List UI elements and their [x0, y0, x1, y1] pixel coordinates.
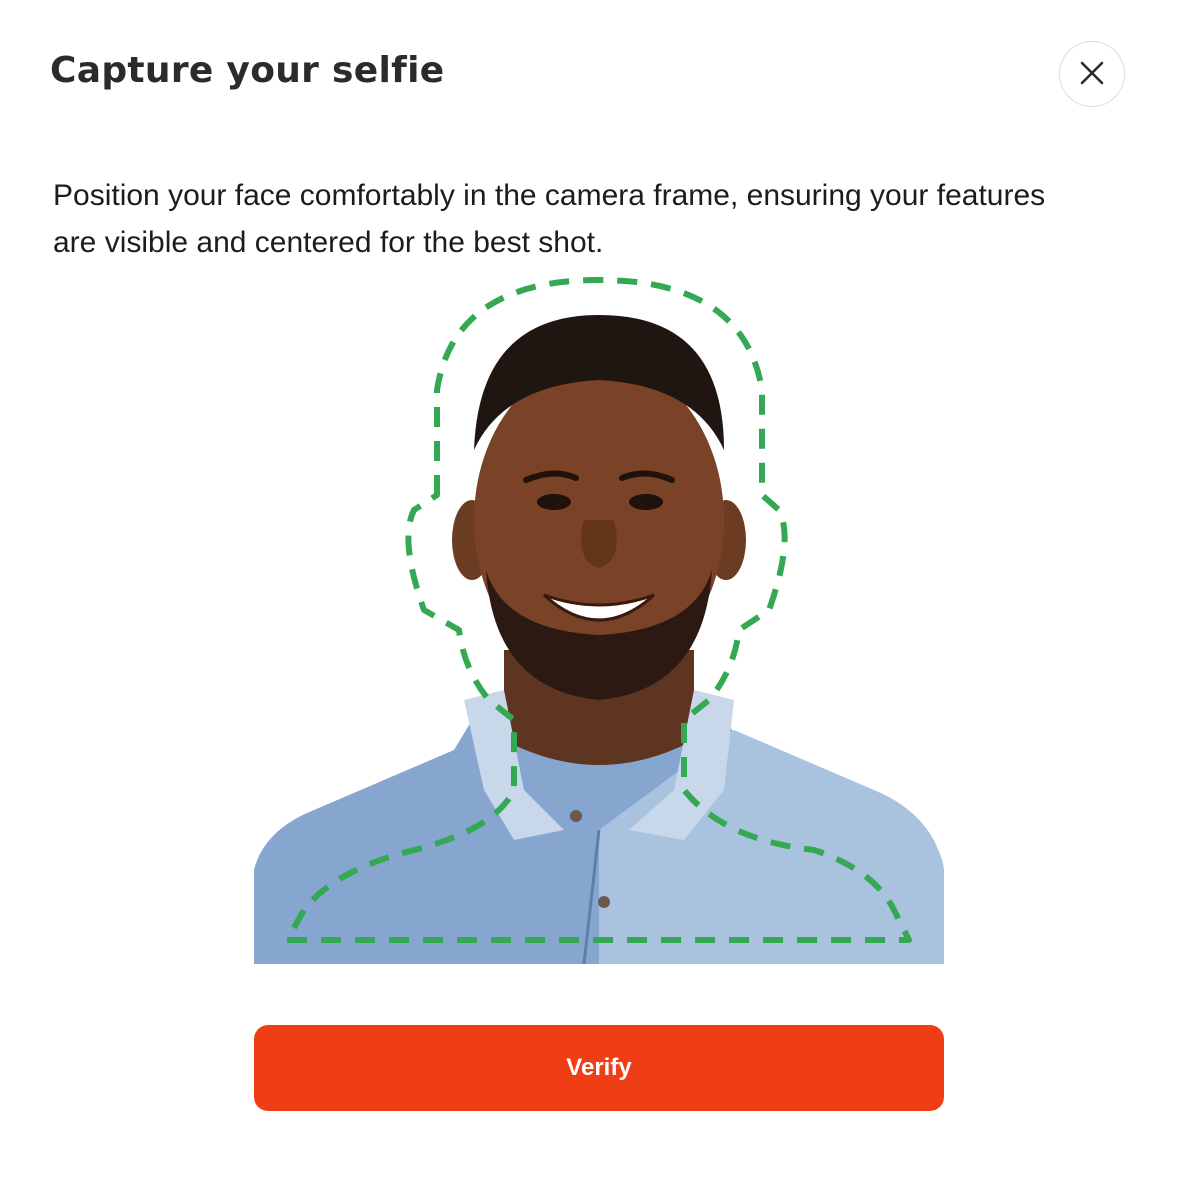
person-portrait	[254, 315, 944, 964]
instructions-text: Position your face comfortably in the ca…	[53, 179, 1046, 259]
selfie-capture-dialog: Capture your selfie Position your face c…	[0, 0, 1200, 1188]
close-button[interactable]	[1059, 41, 1125, 107]
verify-button[interactable]: Verify	[254, 1025, 944, 1111]
close-icon	[1079, 60, 1105, 89]
dialog-title: Capture your selfie	[50, 50, 445, 91]
camera-preview	[254, 270, 944, 964]
